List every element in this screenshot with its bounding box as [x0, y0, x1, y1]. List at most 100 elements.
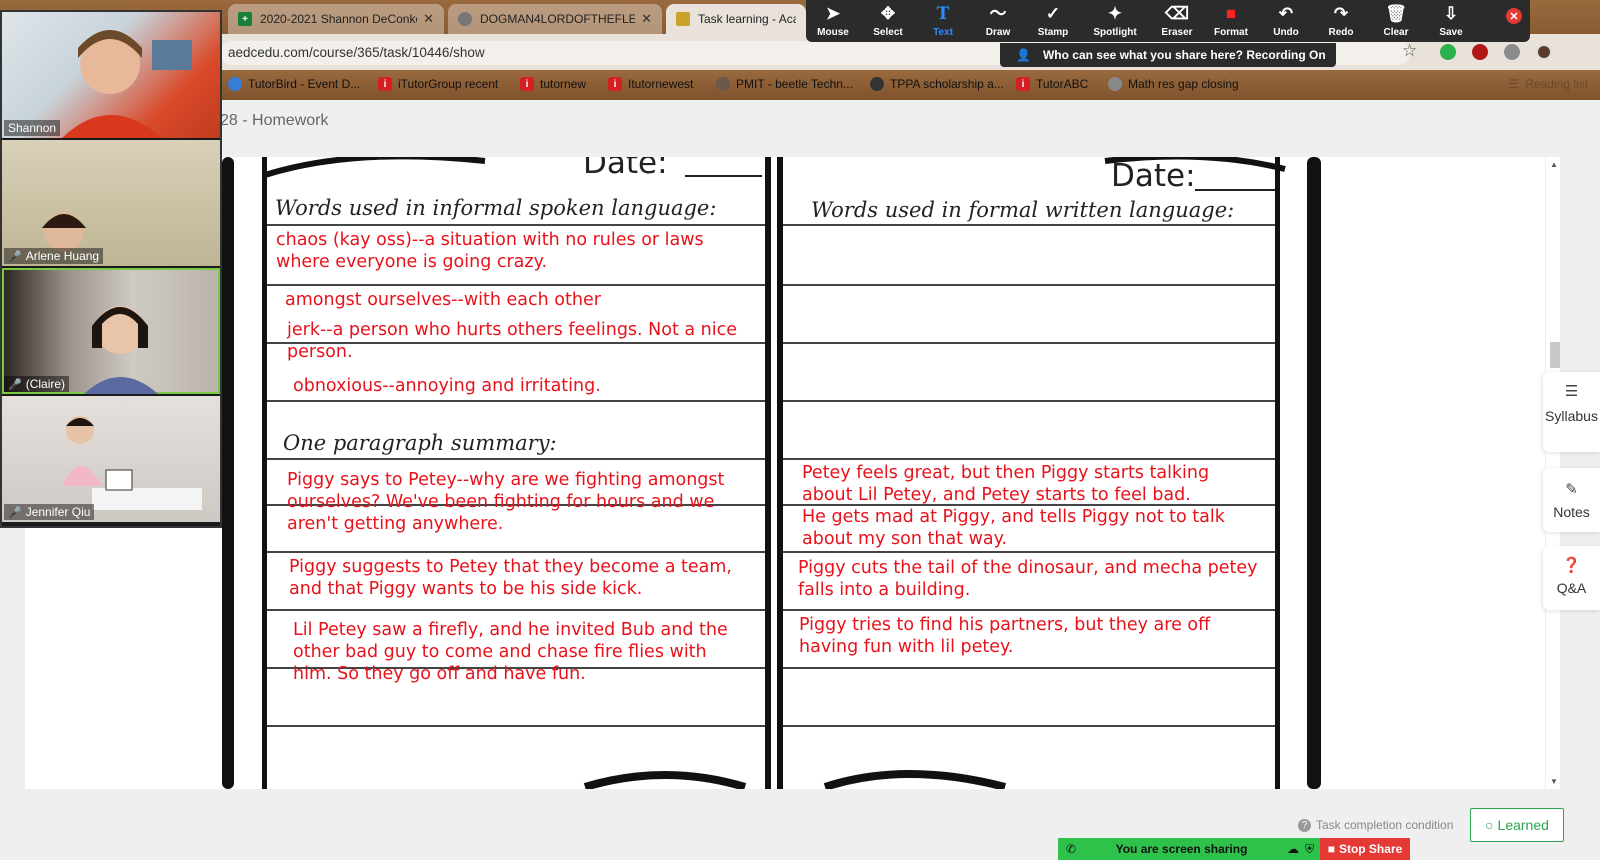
profile-avatar[interactable] [1536, 44, 1552, 60]
ruled-line [783, 284, 1275, 286]
notes-button[interactable]: ✎ Notes [1543, 468, 1600, 532]
tool-label: Mouse [817, 27, 849, 38]
extension-puzzle-icon[interactable] [1504, 44, 1520, 60]
scroll-up-icon[interactable]: ▲ [1550, 160, 1558, 169]
bookmark-star-icon[interactable]: ☆ [1402, 41, 1417, 61]
tutorbird-icon [228, 77, 242, 91]
notes-label: Notes [1553, 504, 1590, 520]
tool-eraser[interactable]: ⌫ Eraser [1152, 4, 1202, 38]
vocab-note-obnoxious[interactable]: obnoxious--annoying and irritating. [293, 375, 753, 397]
extension-ublock-icon[interactable] [1472, 44, 1488, 60]
reading-list-label: Reading list [1525, 77, 1588, 91]
bookmark-label: TutorABC [1036, 77, 1089, 91]
video-tile-jennifer[interactable]: 🎤 Jennifer Qiu [2, 396, 220, 522]
shield-icon: ⛨ [1304, 841, 1314, 856]
ruled-line [267, 458, 765, 460]
tab-task-learning[interactable]: Task learning - Aca [666, 4, 806, 34]
notebook-left-inner-border [262, 157, 267, 789]
video-tile-shannon[interactable]: Shannon [2, 12, 220, 138]
ruled-line [783, 458, 1275, 460]
tool-draw[interactable]: 〜 Draw [973, 4, 1023, 38]
summary-note-right-2[interactable]: He gets mad at Piggy, and tells Piggy no… [802, 506, 1262, 550]
ruled-line [783, 725, 1275, 727]
tool-format[interactable]: ■ Format [1206, 4, 1256, 38]
tool-spotlight[interactable]: ✦ Spotlight [1090, 4, 1140, 38]
tab-label: Task learning - Aca [698, 12, 796, 26]
homework-worksheet: Date: Date: Words used in informal spoke… [25, 157, 1545, 789]
annotation-toolbar: ➤ Mouse ✥ Select T Text 〜 Draw ✓ Stamp ✦ Spotl… [806, 0, 1530, 42]
summary-note-right-1[interactable]: Petey feels great, but then Piggy starts… [802, 462, 1262, 506]
summary-note-left-1[interactable]: Piggy says to Petey--why are we fighting… [287, 469, 757, 535]
bookmark-math-res[interactable]: Math res gap closing [1108, 77, 1239, 91]
syllabus-button[interactable]: ☰ Syllabus [1543, 372, 1600, 452]
tool-undo[interactable]: ↶ Undo [1261, 4, 1311, 38]
tool-stamp[interactable]: ✓ Stamp [1028, 4, 1078, 38]
ruled-line [783, 609, 1275, 611]
globe-icon [1108, 77, 1122, 91]
notebook-right-border [1307, 157, 1321, 789]
tool-redo[interactable]: ↷ Redo [1316, 4, 1366, 38]
tool-clear[interactable]: 🗑 Clear [1371, 4, 1421, 38]
bookmark-itutorgroup[interactable]: i iTutorGroup recent [378, 77, 498, 91]
ruled-line [267, 725, 765, 727]
summary-note-left-2[interactable]: Piggy suggests to Petey that they become… [289, 556, 759, 600]
bookmark-tutornew[interactable]: i tutornew [520, 77, 586, 91]
vocab-note-jerk[interactable]: jerk--a person who hurts others feelings… [287, 319, 763, 363]
close-annotation-icon[interactable]: ✕ [1506, 8, 1522, 24]
video-tile-arlene[interactable]: 🎤 Arlene Huang [2, 140, 220, 266]
stop-share-label: Stop Share [1338, 842, 1403, 856]
summary-note-left-3[interactable]: Lil Petey saw a firefly, and he invited … [293, 619, 733, 685]
tool-save[interactable]: ⇩ Save [1426, 4, 1476, 38]
bookmark-itutornewest[interactable]: i Itutornewest [608, 77, 693, 91]
cursor-icon: ➤ [825, 4, 841, 23]
bookmark-tutorabc[interactable]: i TutorABC [1016, 77, 1088, 91]
squiggle-icon: 〜 [989, 4, 1007, 23]
ruled-line [783, 342, 1275, 344]
date-line-left [685, 175, 762, 177]
itutor-icon: i [608, 77, 622, 91]
video-gallery: Shannon 🎤 Arlene Huang 🎤 (Claire) 🎤 Jennife… [0, 10, 222, 528]
tool-mouse[interactable]: ➤ Mouse [808, 4, 858, 38]
ruled-line [783, 667, 1275, 669]
stop-share-button[interactable]: ■ Stop Share [1320, 838, 1410, 860]
participant-name-tag: 🎤 Jennifer Qiu [4, 504, 95, 520]
task-completion-condition[interactable]: ? Task completion condition [1298, 818, 1453, 832]
extension-evernote-icon[interactable] [1440, 44, 1456, 60]
qa-button[interactable]: ❓ Q&A [1543, 546, 1600, 610]
learned-button[interactable]: ○ Learned [1470, 808, 1564, 842]
scrollbar-thumb[interactable] [1550, 342, 1560, 368]
bookmark-tutorbird[interactable]: TutorBird - Event D... [228, 77, 360, 91]
tab-spreadsheet[interactable]: + 2020-2021 Shannon DeConke ✕ [228, 4, 444, 34]
close-tab-icon[interactable]: ✕ [641, 11, 652, 27]
tool-label: Text [933, 27, 953, 38]
tab-dogman[interactable]: DOGMAN4LORDOFTHEFLEAS ✕ [448, 4, 662, 34]
menu-icon: ☰ [1564, 383, 1579, 400]
video-tile-claire[interactable]: 🎤 (Claire) [2, 268, 220, 394]
notebook-spine-left [765, 157, 771, 789]
scroll-down-icon[interactable]: ▼ [1550, 777, 1558, 786]
text-icon: T [936, 4, 950, 24]
bookmark-label: PMIT - beetle Techn... [736, 77, 853, 91]
participant-name-tag: 🎤 (Claire) [4, 376, 70, 392]
summary-note-right-3[interactable]: Piggy cuts the tail of the dinosaur, and… [798, 557, 1258, 601]
close-tab-icon[interactable]: ✕ [423, 11, 434, 27]
undo-icon: ↶ [1278, 4, 1294, 23]
syllabus-label: Syllabus [1545, 408, 1598, 424]
summary-heading: One paragraph summary: [283, 431, 557, 455]
reading-list-button[interactable]: ☰ Reading list [1509, 77, 1588, 91]
tool-select[interactable]: ✥ Select [863, 4, 913, 38]
recording-banner-text: Who can see what you share here? Recordi… [1042, 48, 1326, 62]
task-condition-label: Task completion condition [1316, 818, 1454, 832]
ruled-line [267, 609, 765, 611]
page-title: 28 - Homework [220, 112, 329, 129]
recording-banner[interactable]: 👤 Who can see what you share here? Recor… [1000, 43, 1336, 67]
vocab-note-amongst-ourselves[interactable]: amongst ourselves--with each other [285, 289, 755, 311]
screen-sharing-bar[interactable]: ✆ You are screen sharing ☁ ⛨ [1058, 838, 1320, 860]
tool-text[interactable]: T Text [918, 4, 968, 38]
date-line-right [1195, 189, 1275, 191]
bookmark-pmit[interactable]: PMIT - beetle Techn... [716, 77, 853, 91]
bookmark-tppa[interactable]: TPPA scholarship a... [870, 77, 1004, 91]
summary-note-right-4[interactable]: Piggy tries to find his partners, but th… [799, 614, 1259, 658]
vocab-note-chaos[interactable]: chaos (kay oss)--a situation with no rul… [276, 229, 756, 273]
date-label-left: Date: [583, 157, 668, 181]
